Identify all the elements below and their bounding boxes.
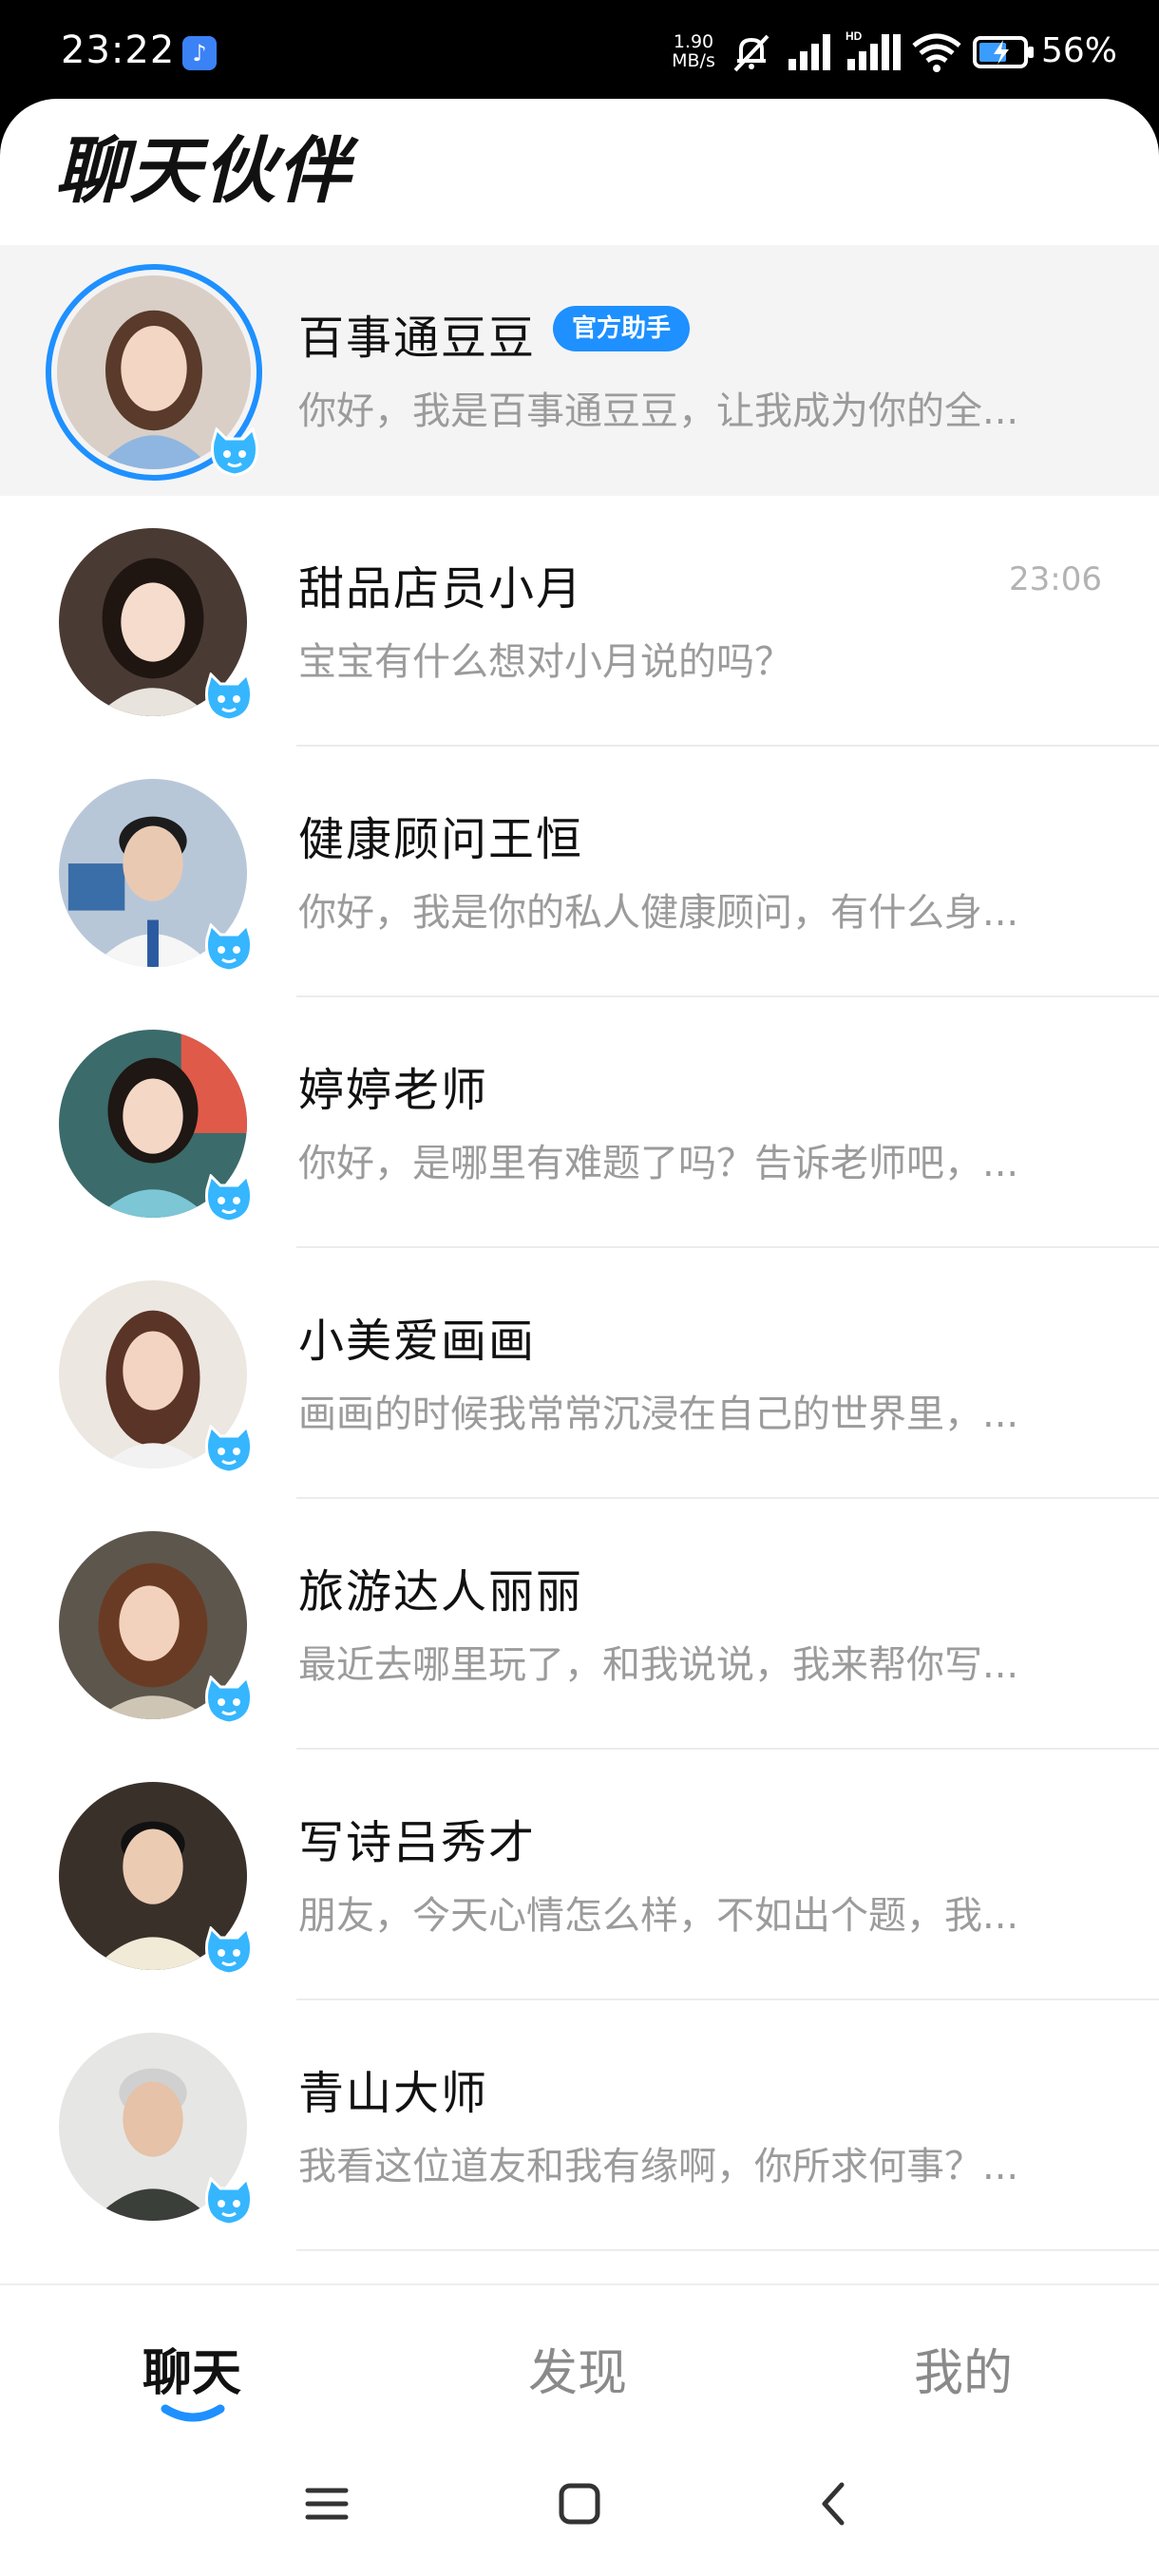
tab-mine[interactable]: 我的 — [914, 2333, 1013, 2404]
net-speed-value: 1.90 — [673, 31, 714, 52]
battery-percent: 56% — [1041, 31, 1118, 70]
chat-preview: 画画的时候我常常沉浸在自己的世界里，... — [298, 1392, 1019, 1436]
ai-bot-badge-icon — [204, 2177, 254, 2226]
status-bar: 23:22 ♪ 1.90 MB/s HD 56% — [0, 0, 1159, 104]
ai-bot-badge-icon — [204, 1425, 254, 1474]
home-icon[interactable] — [549, 2473, 610, 2534]
chat-item-qingshan-dashi[interactable]: 青山大师 我看这位道友和我有缘啊，你所求何事？... — [0, 2000, 1159, 2251]
chat-name: 旅游达人丽丽 — [298, 1565, 584, 1619]
network-speed: 1.90 MB/s — [667, 32, 720, 70]
main-sheet: 聊天伙伴 百事通豆豆 官方助手 你好，我是百事通豆豆，让我成为你的全... 甜品… — [0, 99, 1159, 2283]
chat-item-jiankang-wangheng[interactable]: 健康顾问王恒 你好，我是你的私人健康顾问，有什么身... — [0, 747, 1159, 997]
ai-bot-badge-icon — [204, 1676, 254, 1725]
tab-chat[interactable]: 聊天 — [142, 2333, 241, 2404]
chat-preview: 宝宝有什么想对小月说的吗？ — [298, 640, 792, 684]
avatar-wrapper — [55, 775, 254, 973]
chat-name: 健康顾问王恒 — [298, 813, 584, 866]
chat-name: 青山大师 — [298, 2067, 489, 2120]
tiktok-icon: ♪ — [182, 36, 217, 70]
avatar-wrapper — [55, 1277, 254, 1474]
chat-item-xiaomei-huahua[interactable]: 小美爱画画 画画的时候我常常沉浸在自己的世界里，... — [0, 1248, 1159, 1499]
chat-preview: 你好，我是你的私人健康顾问，有什么身... — [298, 891, 1019, 935]
chat-name: 写诗吕秀才 — [298, 1816, 537, 1869]
chat-preview: 你好，我是百事通豆豆，让我成为你的全... — [298, 389, 1019, 433]
chat-name: 小美爱画画 — [298, 1315, 537, 1368]
ai-bot-badge-icon — [204, 672, 254, 722]
chat-item-lvyou-lili[interactable]: 旅游达人丽丽 最近去哪里玩了，和我说说，我来帮你写... — [0, 1499, 1159, 1750]
chat-item-xieshi-lvxiucai[interactable]: 写诗吕秀才 朋友，今天心情怎么样，不如出个题，我... — [0, 1750, 1159, 2000]
chat-name: 甜品店员小月 — [298, 562, 584, 616]
ai-bot-badge-icon — [204, 1926, 254, 1976]
wifi-icon — [912, 33, 961, 72]
hd-signal-icon: HD — [846, 29, 901, 70]
chat-name: 百事通豆豆 — [298, 312, 537, 365]
page-title: 聊天伙伴 — [55, 128, 352, 213]
ai-bot-badge-icon — [204, 923, 254, 973]
status-time: 23:22 — [61, 28, 176, 72]
chat-name: 婷婷老师 — [298, 1064, 489, 1117]
chat-item-tianpin-xiaoyue[interactable]: 甜品店员小月 23:06 宝宝有什么想对小月说的吗？ — [0, 496, 1159, 747]
chat-preview: 我看这位道友和我有缘啊，你所求何事？... — [298, 2145, 1019, 2188]
active-tab-indicator — [161, 2404, 225, 2422]
avatar-wrapper — [55, 2029, 254, 2226]
chat-preview: 最近去哪里玩了，和我说说，我来帮你写... — [298, 1643, 1019, 1687]
net-speed-unit: MB/s — [672, 50, 715, 71]
chat-preview: 你好，是哪里有难题了吗？告诉老师吧，... — [298, 1142, 1019, 1185]
bottom-nav: 聊天 发现 我的 — [0, 2283, 1159, 2435]
back-icon[interactable] — [804, 2473, 864, 2534]
signal-icon — [788, 34, 830, 70]
official-assistant-badge: 官方助手 — [553, 306, 691, 351]
chat-item-baishitong-doudou[interactable]: 百事通豆豆 官方助手 你好，我是百事通豆豆，让我成为你的全... — [0, 245, 1159, 496]
system-nav-bar — [0, 2435, 1159, 2576]
chat-time: 23:06 — [1009, 560, 1102, 598]
svg-text:HD: HD — [846, 29, 863, 43]
chat-preview: 朋友，今天心情怎么样，不如出个题，我... — [298, 1894, 1019, 1938]
avatar-wrapper — [55, 524, 254, 722]
avatar-wrapper — [55, 1026, 254, 1223]
ai-bot-badge-icon — [204, 1174, 254, 1223]
avatar-ring — [46, 264, 262, 481]
mute-icon — [733, 34, 770, 72]
ai-bot-badge-icon — [210, 427, 259, 477]
divider — [296, 2249, 1159, 2251]
avatar-wrapper — [55, 1527, 254, 1725]
battery-charging-icon — [973, 36, 1034, 68]
menu-icon[interactable] — [296, 2473, 357, 2534]
tab-discover[interactable]: 发现 — [528, 2333, 627, 2404]
avatar-wrapper — [55, 1778, 254, 1976]
chat-item-tingting-laoshi[interactable]: 婷婷老师 你好，是哪里有难题了吗？告诉老师吧，... — [0, 997, 1159, 1248]
chat-list: 百事通豆豆 官方助手 你好，我是百事通豆豆，让我成为你的全... 甜品店员小月 … — [0, 245, 1159, 2251]
